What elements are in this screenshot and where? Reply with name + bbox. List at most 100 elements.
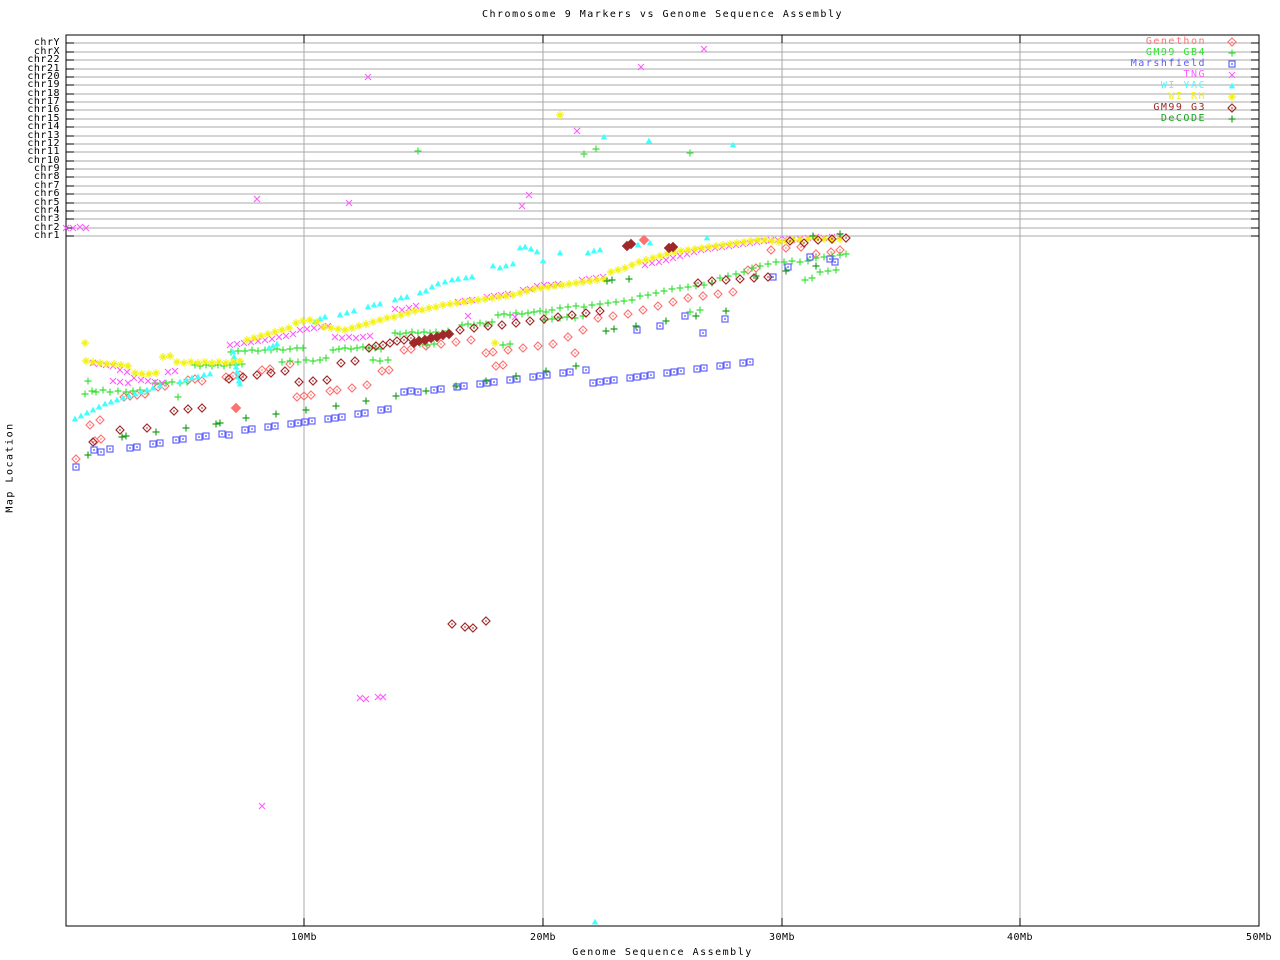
marker-genethon: [378, 367, 386, 375]
marker-wi-yac: [377, 301, 383, 307]
marker-marshfield: [362, 410, 368, 416]
marker-wi-rh: [145, 370, 153, 378]
marker-marshfield: [438, 386, 444, 392]
marker-gm99-gb4: [525, 310, 532, 317]
marker-gm99-gb4: [465, 321, 472, 328]
marker-gm99-g3: [337, 359, 345, 367]
marker-gm99-g3: [554, 313, 562, 321]
marker-marshfield: [265, 424, 271, 430]
marker-wi-yac: [585, 250, 591, 256]
marker-tng: [380, 694, 386, 700]
marker-wi-yac: [90, 407, 96, 413]
marker-genethon: [467, 336, 475, 344]
marker-marshfield: [583, 367, 589, 373]
marker-gm99-g3: [143, 424, 151, 432]
marker-genethon: [519, 344, 527, 352]
marker-tng: [339, 335, 345, 341]
marker-marshfield: [249, 426, 255, 432]
marker-gm99-gb4: [837, 252, 844, 259]
marker-gm99-g3: [323, 376, 331, 384]
marker-wi-rh: [446, 300, 454, 308]
marker-tng: [701, 46, 707, 52]
marker-gm99-gb4: [370, 357, 377, 364]
marker-wi-rh: [740, 238, 748, 246]
marker-wi-yac: [557, 250, 563, 256]
marker-decode: [603, 328, 610, 335]
marker-wi-yac: [392, 297, 398, 303]
marker-marshfield: [491, 379, 497, 385]
marker-wi-rh: [376, 316, 384, 324]
marker-gm99-g3: [498, 321, 506, 329]
legend-label-tng: TNG: [1046, 70, 1206, 80]
x-axis-label-40Mb: 40Mb: [990, 932, 1050, 943]
marker-tng: [269, 336, 275, 342]
marker-genethon: [609, 312, 617, 320]
marker-genethon: [385, 366, 393, 374]
marker-wi-rh: [383, 314, 391, 322]
marker-wi-yac: [108, 399, 114, 405]
x-axis-label-20Mb: 20Mb: [513, 932, 573, 943]
marker-wi-yac: [540, 258, 546, 264]
legend-marker-genethon: [1228, 38, 1236, 46]
marker-gm99-gb4: [833, 267, 840, 274]
marker-gm99-gb4: [629, 297, 636, 304]
marker-genethon: [86, 421, 94, 429]
marker-marshfield: [226, 432, 232, 438]
marker-gm99-gb4: [519, 311, 526, 318]
marker-gm99-gb4: [537, 308, 544, 315]
marker-tng: [125, 380, 131, 386]
marker-tng: [363, 696, 369, 702]
marker-gm99-gb4: [500, 342, 507, 349]
marker-tng: [110, 378, 116, 384]
marker-marshfield: [295, 420, 301, 426]
marker-wi-rh: [691, 245, 699, 253]
marker-marshfield: [91, 447, 97, 453]
marker-gm99-gb4: [589, 302, 596, 309]
marker-wi-yac: [72, 416, 78, 422]
marker-wi-yac: [417, 290, 423, 296]
marker-gm99-gb4: [415, 330, 422, 337]
marker-wi-rh: [138, 370, 146, 378]
marker-marshfield: [537, 373, 543, 379]
marker-marshfield: [272, 423, 278, 429]
marker-marshfield: [641, 373, 647, 379]
marker-marshfield: [134, 444, 140, 450]
marker-marshfield: [770, 274, 776, 280]
marker-tng: [519, 203, 525, 209]
marker-decode: [333, 403, 340, 410]
marker-decode: [393, 393, 400, 400]
marker-gm99-gb4: [348, 346, 355, 353]
marker-marshfield: [657, 323, 663, 329]
marker-gm99-gb4: [255, 348, 262, 355]
marker-marshfield: [701, 365, 707, 371]
marker-gm99-g3: [456, 326, 464, 334]
marker-gm99-g3: [722, 276, 730, 284]
marker-marshfield: [507, 377, 513, 383]
marker-gm99-g3: [469, 624, 477, 632]
marker-tng: [346, 334, 352, 340]
marker-marshfield: [544, 372, 550, 378]
marker-wi-yac: [646, 138, 652, 144]
marker-gm99-gb4: [765, 261, 772, 268]
marker-gm99-gb4: [82, 391, 89, 398]
marker-tng: [663, 257, 669, 263]
marker-wi-yac: [592, 919, 598, 925]
marker-wi-rh: [747, 237, 755, 245]
marker-marshfield: [408, 388, 414, 394]
marker-marshfield: [355, 411, 361, 417]
marker-gm99-gb4: [377, 358, 384, 365]
marker-wi-yac: [201, 372, 207, 378]
marker-wi-rh: [628, 261, 636, 269]
chart-title: Chromosome 9 Markers vs Genome Sequence …: [66, 9, 1259, 20]
marker-wi-rh: [593, 276, 601, 284]
legend-marker-decode: [1229, 116, 1236, 123]
legend-marker-gm99-g3: [1228, 104, 1236, 112]
marker-gm99-gb4: [242, 348, 249, 355]
marker-tng: [124, 369, 130, 375]
marker-marshfield: [634, 374, 640, 380]
marker-gm99-g3: [170, 407, 178, 415]
marker-wi-yac: [455, 276, 461, 282]
marker-gm99-gb4: [697, 307, 704, 314]
marker-marshfield: [514, 376, 520, 382]
marker-wi-yac: [371, 302, 377, 308]
